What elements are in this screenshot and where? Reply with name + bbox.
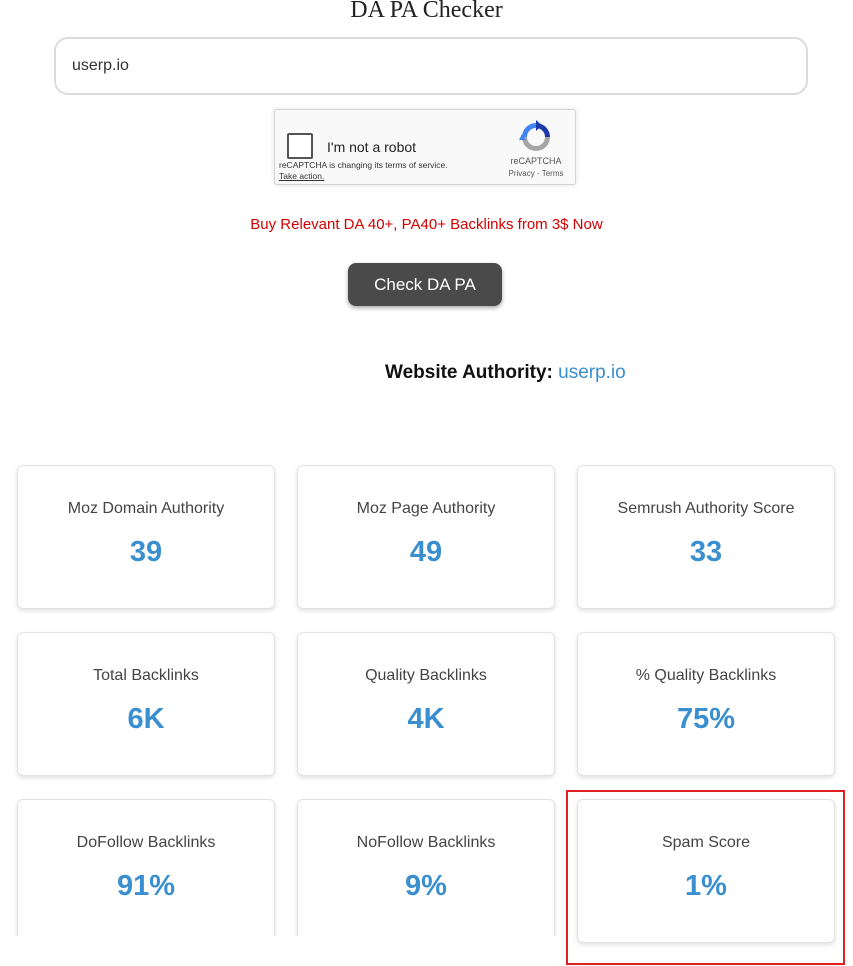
metric-card-total-backlinks: Total Backlinks 6K — [17, 632, 275, 776]
recaptcha-links-separator: - — [534, 169, 542, 178]
metric-value: 1% — [685, 870, 727, 902]
metric-label: Quality Backlinks — [365, 667, 487, 684]
page-title: DA PA Checker — [350, 0, 503, 23]
recaptcha-brand: reCAPTCHA — [510, 156, 562, 166]
check-da-pa-button[interactable]: Check DA PA — [348, 263, 502, 306]
metric-label: Moz Domain Authority — [67, 500, 225, 517]
metric-value: 49 — [409, 536, 443, 568]
recaptcha-label: I'm not a robot — [327, 139, 417, 155]
metric-card-dofollow-backlinks: DoFollow Backlinks 91% — [17, 799, 275, 943]
metric-card-quality-backlinks: Quality Backlinks 4K — [297, 632, 555, 776]
metric-value: 91% — [116, 870, 176, 902]
metric-value: 75% — [676, 703, 736, 735]
metric-label: Semrush Authority Score — [617, 500, 795, 517]
recaptcha-checkbox[interactable] — [287, 133, 313, 159]
recaptcha-take-action-link[interactable]: Take action. — [279, 171, 324, 181]
page-crop-mask — [0, 936, 565, 966]
recaptcha-notice: reCAPTCHA is changing its terms of servi… — [279, 160, 448, 170]
metric-value: 39 — [129, 536, 163, 568]
metric-label: Spam Score — [661, 834, 751, 851]
metric-card-percent-quality-backlinks: % Quality Backlinks 75% — [577, 632, 835, 776]
recaptcha-logo-icon — [519, 120, 550, 151]
website-authority-heading: Website Authority: userp.io — [385, 362, 626, 384]
metric-value: 4K — [407, 703, 445, 735]
metric-label: Moz Page Authority — [356, 500, 496, 517]
website-authority-label: Website Authority: — [385, 362, 553, 383]
metric-card-nofollow-backlinks: NoFollow Backlinks 9% — [297, 799, 555, 943]
metric-value: 9% — [405, 870, 447, 902]
metric-label: DoFollow Backlinks — [76, 834, 216, 851]
recaptcha-privacy-link[interactable]: Privacy — [509, 169, 535, 178]
promo-backlinks-link[interactable]: Buy Relevant DA 40+, PA40+ Backlinks fro… — [0, 216, 853, 233]
metric-value: 6K — [127, 703, 165, 735]
metric-card-moz-domain-authority: Moz Domain Authority 39 — [17, 465, 275, 609]
metric-label: Total Backlinks — [93, 667, 199, 684]
metric-label: % Quality Backlinks — [635, 667, 777, 684]
recaptcha-widget: I'm not a robot reCAPTCHA is changing it… — [274, 109, 576, 185]
metric-card-semrush-authority-score: Semrush Authority Score 33 — [577, 465, 835, 609]
metric-card-spam-score: Spam Score 1% — [577, 799, 835, 943]
website-authority-domain[interactable]: userp.io — [558, 362, 626, 383]
recaptcha-links: Privacy - Terms — [497, 169, 575, 178]
metric-card-moz-page-authority: Moz Page Authority 49 — [297, 465, 555, 609]
url-input[interactable] — [54, 37, 808, 95]
metric-label: NoFollow Backlinks — [356, 834, 496, 851]
recaptcha-terms-link[interactable]: Terms — [542, 169, 564, 178]
metric-value: 33 — [689, 536, 723, 568]
